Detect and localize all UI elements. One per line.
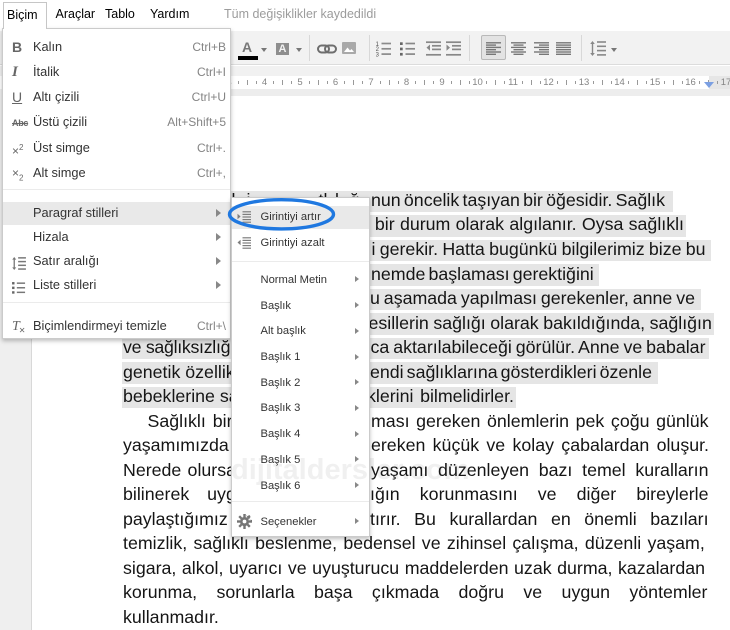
svg-text:3: 3 <box>376 51 380 57</box>
